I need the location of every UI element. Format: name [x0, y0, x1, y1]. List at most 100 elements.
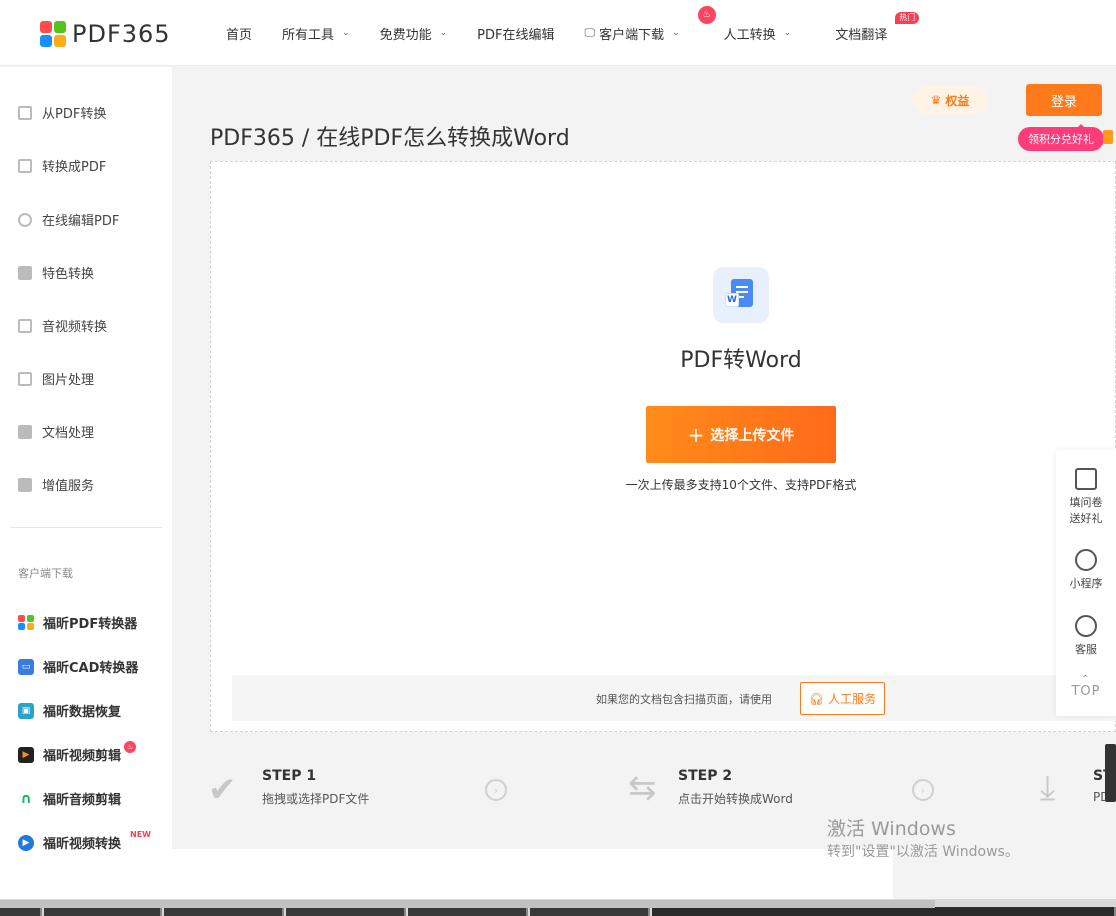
float-customer-service[interactable]: 客服 — [1056, 615, 1116, 657]
windows-activation-watermark: 激活 Windows — [827, 818, 956, 840]
sidebar-item-edit-pdf[interactable]: 在线编辑PDF — [18, 210, 119, 229]
hot-badge: 热门 — [895, 11, 920, 24]
sidebar-item-label: 音视频转换 — [42, 320, 108, 335]
download-label: 福昕音频剪辑 — [43, 793, 122, 808]
nav-pdf-online-edit-label: PDF在线编辑 — [477, 27, 555, 43]
sidebar-divider — [10, 527, 162, 528]
image-process-icon — [18, 371, 32, 386]
sidebar-item-to-pdf[interactable]: 转换成PDF — [18, 156, 106, 175]
step-2: STEP 2 点击开始转换成Word — [678, 768, 793, 807]
new-badge: NEW — [130, 830, 151, 839]
download-pdf-converter[interactable]: 福昕PDF转换器 — [18, 613, 137, 632]
login-button[interactable]: 登录 — [1026, 84, 1102, 116]
nav-client-download-label: 客户端下载 — [599, 27, 665, 43]
select-upload-file-button[interactable]: + 选择上传文件 — [646, 406, 836, 463]
windows-activation-hint: 转到"设置"以激活 Windows。 — [827, 844, 1019, 860]
float-label: 送好礼 — [1069, 512, 1103, 525]
nav-manual-convert[interactable]: ♨ 人工转换 ⌄ — [697, 5, 792, 43]
download-video-converter[interactable]: ▶ 福昕视频转换 NEW — [18, 830, 151, 852]
nav-pdf-online-edit[interactable]: PDF在线编辑 — [477, 24, 554, 43]
chevron-down-icon: ⌄ — [783, 28, 792, 38]
floating-toolbar: 填问卷 送好礼 小程序 客服 ⌃ TOP — [1056, 450, 1116, 716]
cad-converter-icon: ▭ — [18, 658, 34, 675]
download-label: 福昕视频转换 — [43, 837, 122, 852]
nav-all-tools[interactable]: 所有工具 ⌄ — [282, 24, 350, 43]
chevron-down-icon: ⌄ — [439, 28, 448, 38]
from-pdf-icon — [18, 105, 32, 120]
side-handle[interactable] — [1105, 744, 1116, 802]
sidebar-item-label: 增值服务 — [42, 479, 95, 494]
nav-doc-translate-label: 文档翻译 — [835, 27, 888, 43]
monitor-icon: 🖵 — [584, 26, 596, 39]
word-document-icon: W — [713, 267, 769, 323]
logo-text: PDF365 — [72, 20, 171, 48]
back-to-top-icon: ⌃ — [1081, 674, 1091, 685]
pdf-converter-icon — [18, 614, 34, 631]
footer-area — [172, 849, 893, 899]
headset-icon: 🎧︎ — [808, 691, 825, 706]
download-audio-editor[interactable]: ∩ 福昕音频剪辑 — [18, 789, 122, 809]
top-navbar: PDF365 首页 所有工具 ⌄ 免费功能 ⌄ PDF在线编辑 🖵 客户端下载 ⌄ ♨ 人… — [0, 0, 1116, 66]
chevron-down-icon: ⌄ — [342, 28, 350, 38]
float-survey[interactable]: 填问卷 送好礼 — [1056, 468, 1116, 526]
nav-client-download[interactable]: 🖵 客户端下载 ⌄ — [584, 24, 679, 43]
float-label: TOP — [1071, 684, 1101, 699]
download-video-editor[interactable]: ▶ 福昕视频剪辑 ♨ — [18, 740, 142, 764]
perks-button[interactable]: ♛ 权益 — [912, 86, 988, 114]
login-label: 登录 — [1050, 94, 1077, 110]
sidebar-item-image-process[interactable]: 图片处理 — [18, 369, 94, 388]
float-label: 小程序 — [1069, 577, 1103, 590]
download-cad-converter[interactable]: ▭ 福昕CAD转换器 — [18, 657, 138, 676]
media-convert-icon — [18, 318, 32, 333]
download-label: 福昕CAD转换器 — [43, 661, 139, 676]
step-desc: 拖拽或选择PDF文件 — [262, 792, 370, 806]
chevron-down-icon: ⌄ — [672, 28, 680, 38]
tool-title: PDF转Word — [680, 348, 802, 373]
survey-icon — [1075, 468, 1097, 490]
login-tip-badge: 领积分兑好礼 — [1018, 124, 1104, 151]
logo[interactable]: PDF365 — [40, 20, 171, 48]
step-1: STEP 1 拖拽或选择PDF文件 — [262, 768, 369, 807]
check-icon: ✔ — [208, 770, 237, 810]
sidebar-item-from-pdf[interactable]: 从PDF转换 — [18, 103, 106, 122]
step-number: STEP 2 — [678, 768, 733, 784]
gift-tab — [1103, 130, 1113, 144]
download-data-recovery[interactable]: ▣ 福昕数据恢复 — [18, 701, 121, 720]
back-to-top-button[interactable]: ⌃ TOP — [1056, 674, 1116, 700]
login-tip-label: 领积分兑好礼 — [1028, 133, 1094, 146]
value-service-icon — [18, 477, 32, 492]
sidebar-item-value-service[interactable]: 增值服务 — [18, 475, 94, 494]
breadcrumb: PDF365 / 在线PDF怎么转换成Word — [210, 126, 570, 151]
float-label: 客服 — [1075, 643, 1097, 656]
scan-hint-text: 如果您的文档包含扫描页面，请使用 — [596, 693, 772, 706]
sidebar-item-special-convert[interactable]: 特色转换 — [18, 263, 94, 282]
convert-arrows-icon: ⇆ — [628, 768, 657, 808]
download-label: 福昕数据恢复 — [43, 705, 122, 720]
float-mini-program[interactable]: 小程序 — [1056, 549, 1116, 591]
float-label: 填问卷 — [1069, 496, 1103, 509]
headset-icon — [1075, 615, 1097, 637]
download-section-title: 客户端下载 — [18, 567, 73, 580]
horizontal-scrollbar[interactable] — [0, 900, 935, 908]
sidebar-item-document-process[interactable]: 文档处理 — [18, 422, 94, 441]
sidebar-item-label: 图片处理 — [42, 373, 95, 388]
fire-icon: ♨ — [124, 740, 137, 753]
crown-icon: ♛ — [930, 93, 942, 107]
chevron-right-icon: › — [485, 779, 507, 801]
step-number: STEP 1 — [262, 768, 317, 784]
download-icon: ⤓ — [1040, 768, 1056, 808]
logo-icon — [40, 21, 66, 47]
nav-manual-convert-label: 人工转换 — [723, 27, 776, 43]
nav-free-features[interactable]: 免费功能 ⌄ — [380, 24, 448, 43]
manual-service-button[interactable]: 🎧︎ 人工服务 — [800, 682, 885, 715]
chevron-right-icon: › — [912, 779, 934, 801]
nav-doc-translate[interactable]: 文档翻译 热门 — [835, 11, 920, 43]
upload-button-label: 选择上传文件 — [710, 427, 795, 444]
to-pdf-icon — [18, 158, 32, 173]
nav-home[interactable]: 首页 — [226, 24, 252, 43]
sidebar-item-media-convert[interactable]: 音视频转换 — [18, 316, 107, 335]
mini-program-icon — [1075, 549, 1097, 571]
sidebar-item-label: 在线编辑PDF — [42, 214, 120, 229]
video-editor-icon: ▶ — [18, 746, 34, 763]
sidebar-item-label: 转换成PDF — [42, 160, 107, 175]
